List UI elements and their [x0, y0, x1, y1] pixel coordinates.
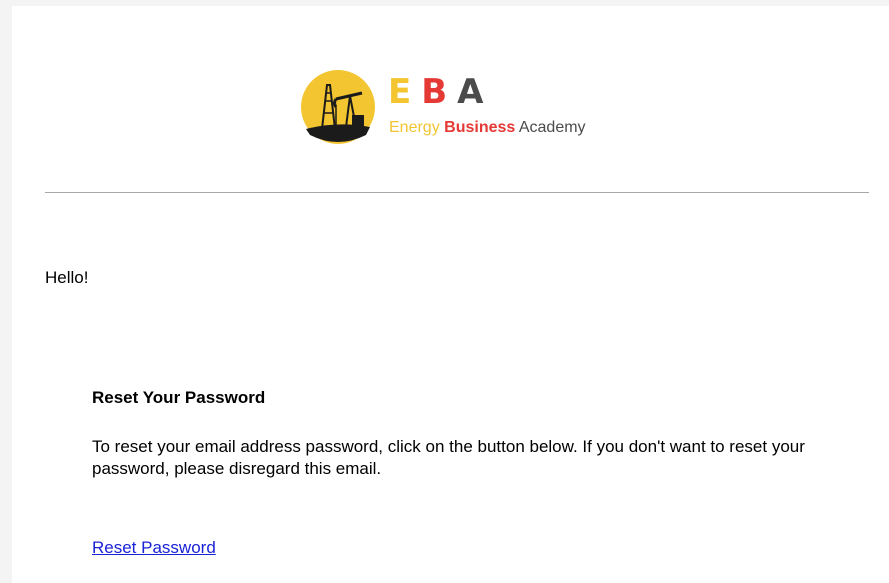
tagline-energy: Energy: [389, 119, 440, 136]
tagline-academy: Academy: [518, 119, 586, 136]
logo-letters: EBA: [388, 73, 493, 111]
logo-letter-e: E: [388, 72, 418, 112]
logo-letter-a: A: [457, 72, 490, 112]
reset-heading: Reset Your Password: [92, 388, 266, 407]
tagline-business: Business: [444, 119, 516, 136]
eba-logo: EBA Energy Business Academy: [300, 69, 620, 151]
logo-tagline: Energy Business Academy: [389, 118, 586, 138]
logo-letter-b: B: [421, 72, 454, 112]
greeting: Hello!: [45, 268, 89, 287]
reset-instructions: To reset your email address password, cl…: [92, 437, 805, 478]
oil-pumpjack-icon: [301, 70, 375, 144]
email-card: EBA Energy Business Academy Hello! Reset…: [12, 6, 889, 583]
reset-password-link[interactable]: Reset Password: [92, 538, 216, 558]
header-divider: [45, 192, 869, 193]
